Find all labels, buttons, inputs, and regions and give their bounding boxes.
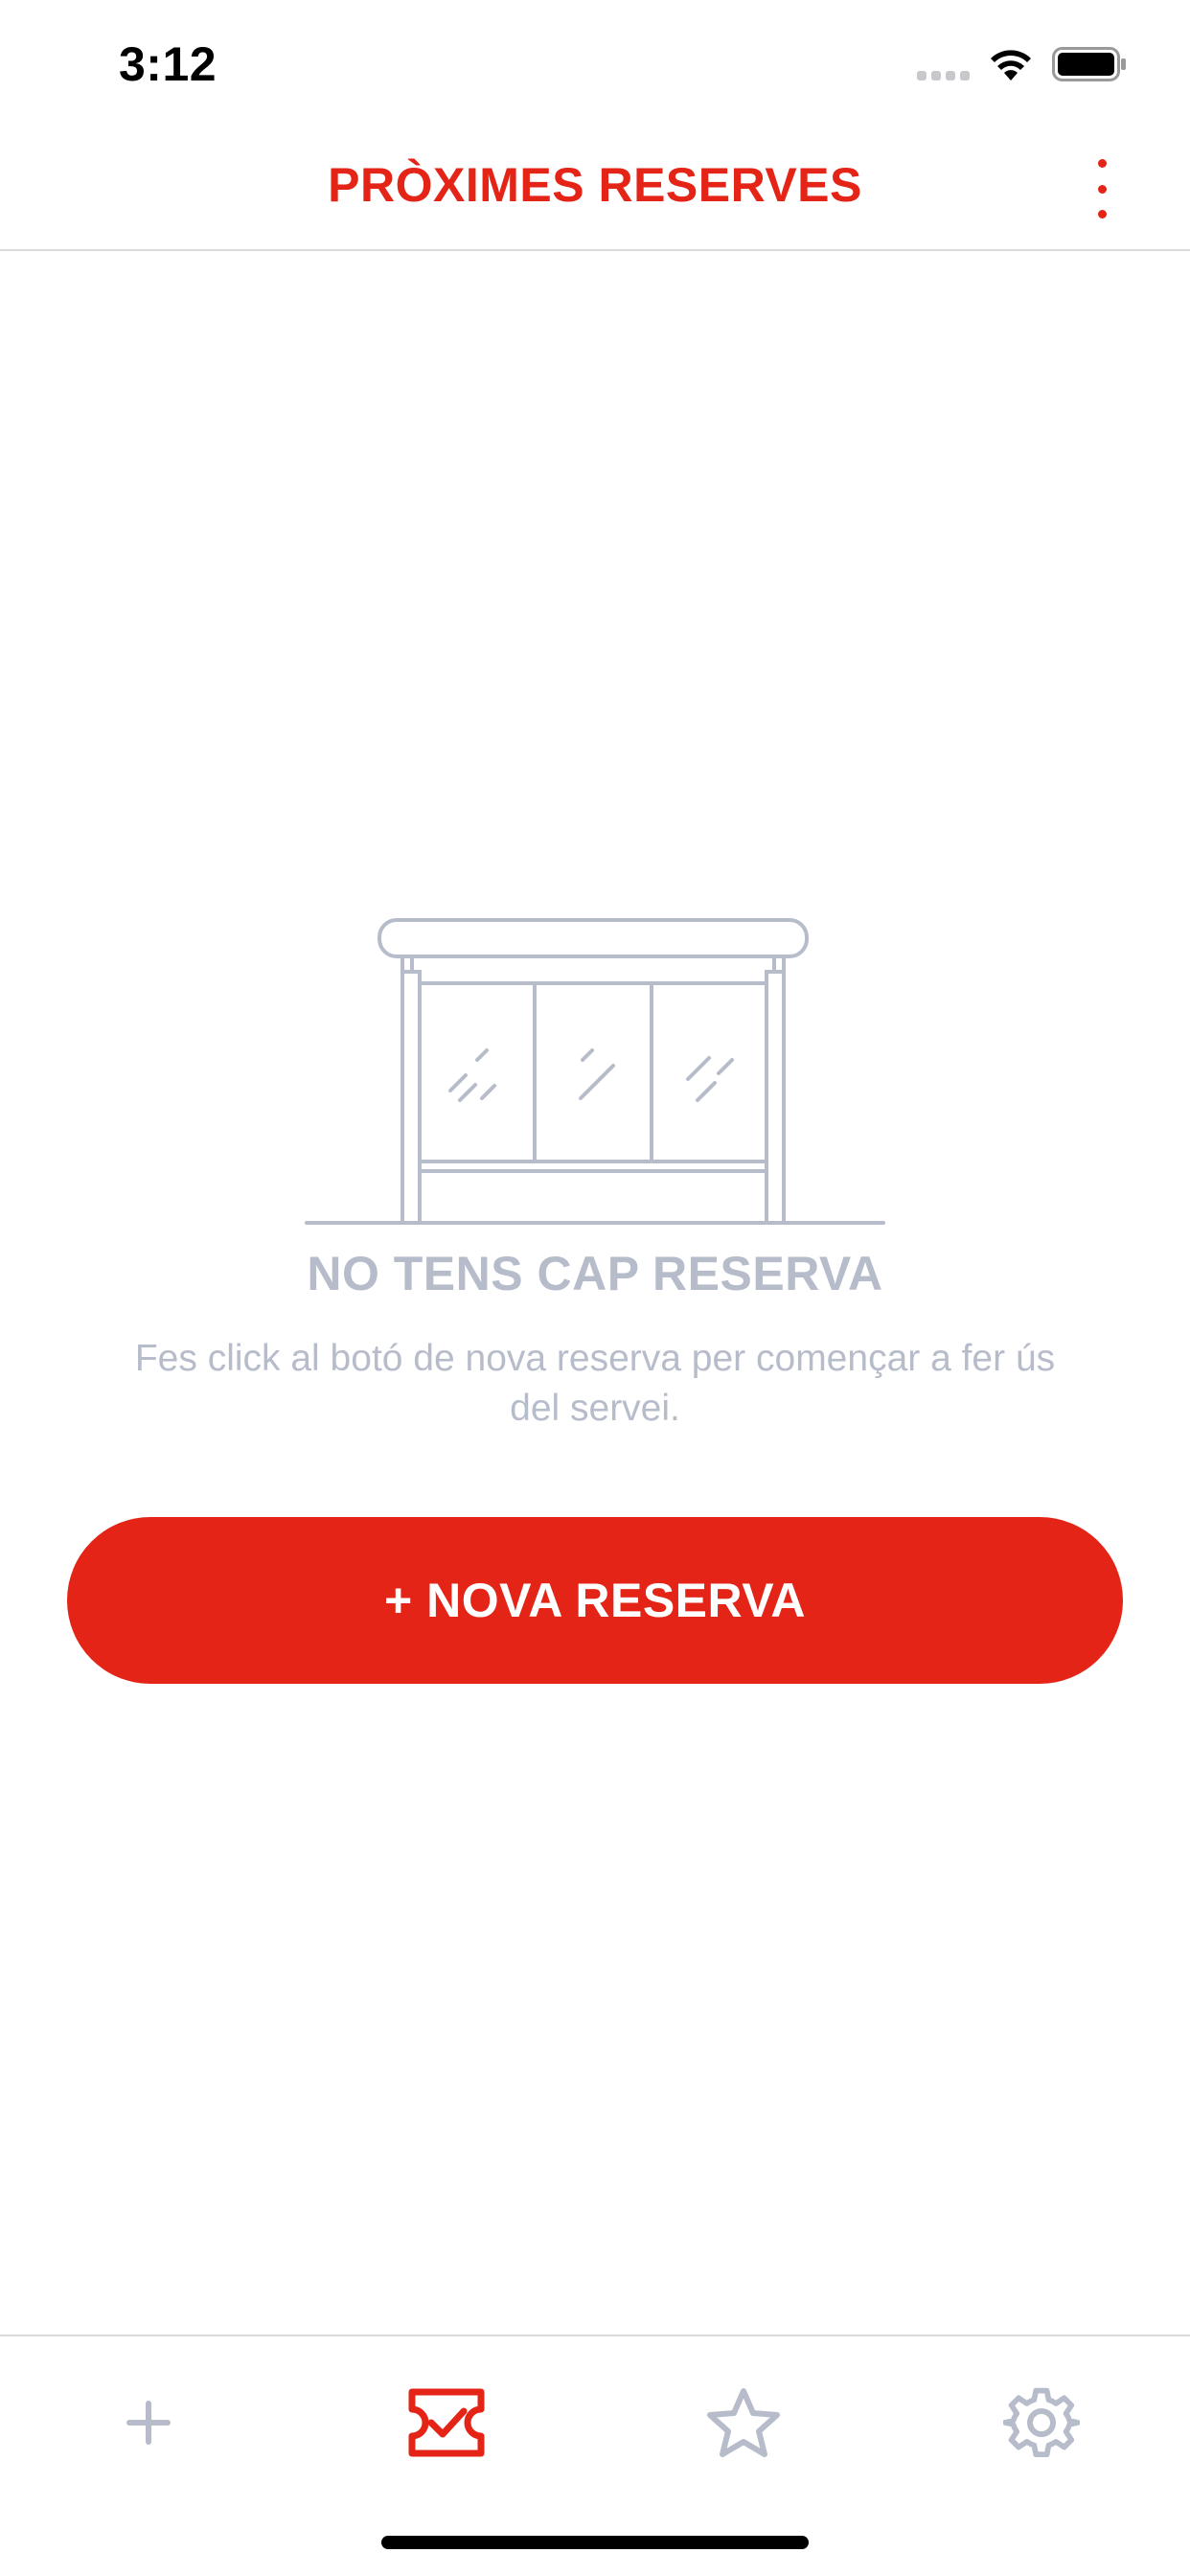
tab-favorites[interactable] [696, 2375, 791, 2471]
new-booking-button[interactable]: + NOVA RESERVA [67, 1517, 1123, 1684]
home-indicator [381, 2536, 809, 2549]
screen: 3:12 PRÒXIMES RESERVES NO TENS CAP RESER… [0, 0, 1190, 2576]
tab-bookings[interactable] [399, 2375, 494, 2471]
status-time: 3:12 [119, 37, 217, 91]
plus-icon [126, 2401, 171, 2445]
header: PRÒXIMES RESERVES [0, 126, 1190, 251]
status-bar: 3:12 [0, 0, 1190, 126]
wifi-icon [991, 50, 1031, 80]
gear-icon [1003, 2387, 1080, 2458]
page-title: PRÒXIMES RESERVES [328, 158, 862, 212]
bus-stop-shelter-illustration [305, 918, 885, 1225]
battery-icon [1052, 47, 1126, 81]
ticket-check-icon [408, 2388, 485, 2457]
tab-settings[interactable] [994, 2375, 1089, 2471]
empty-state-title: NO TENS CAP RESERVA [307, 1247, 883, 1300]
empty-state-message: Fes click al botó de nova reserva per co… [134, 1338, 1056, 1429]
star-icon [707, 2388, 780, 2457]
tab-new[interactable] [101, 2375, 196, 2471]
more-vertical-icon[interactable] [1083, 155, 1121, 222]
cellular-signal-icon [917, 71, 971, 80]
